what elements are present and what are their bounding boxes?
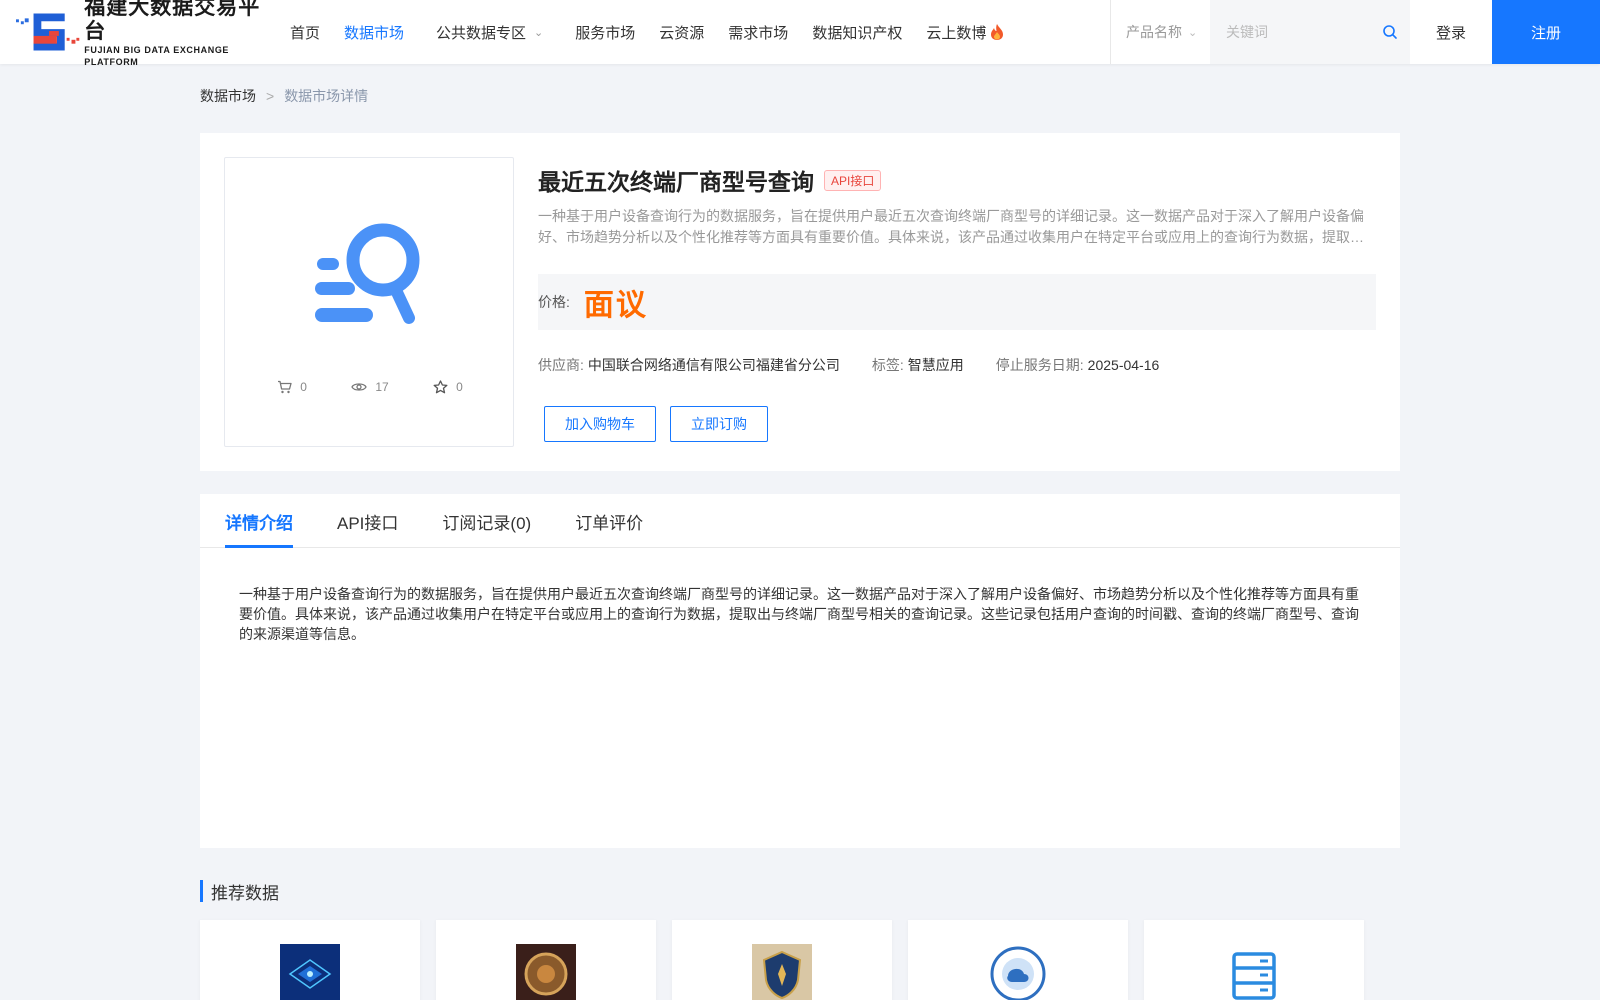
nav-cloud-expo-label: 云上数博	[926, 24, 987, 42]
star-icon	[433, 380, 448, 394]
logo-title-en: FUJIAN BIG DATA EXCHANGE PLATFORM	[84, 45, 230, 67]
recommend-card[interactable]	[436, 920, 656, 1000]
supplier-value: 中国联合网络通信有限公司福建省分公司	[587, 357, 840, 373]
product-card: 0 17 0 最近五次终端厂商型号查询 API接口 一种基于用户设备查询行为的数…	[200, 133, 1400, 471]
breadcrumb-current: 数据市场详情	[284, 88, 369, 104]
product-actions: 加入购物车 立即订购	[544, 406, 768, 442]
recommend-card[interactable]	[672, 920, 892, 1000]
tab-api[interactable]: API接口	[337, 494, 398, 548]
logo-mark-icon	[16, 13, 80, 51]
detail-card: 详情介绍 API接口 订阅记录(0) 订单评价 一种基于用户设备查询行为的数据服…	[200, 494, 1400, 848]
platform-logo[interactable]: 福建大数据交易平台 FUJIAN BIG DATA EXCHANGE PLATF…	[16, 0, 281, 67]
nav-cloud-expo[interactable]: 云上数博	[926, 22, 1004, 43]
favorite-count-value: 0	[456, 380, 463, 394]
end-date-value: 2025-04-16	[1087, 357, 1160, 373]
login-button[interactable]: 登录	[1410, 0, 1492, 64]
nav-data-market[interactable]: 数据市场	[344, 22, 404, 43]
view-count: 17	[351, 380, 389, 394]
product-summary: 一种基于用户设备查询行为的数据服务，旨在提供用户最近五次查询终端厂商型号的详细记…	[538, 208, 1364, 245]
tab-reviews[interactable]: 订单评价	[575, 494, 643, 548]
end-date-label: 停止服务日期:	[995, 357, 1084, 373]
product-title-row: 最近五次终端厂商型号查询 API接口	[538, 163, 882, 197]
nav-public-data[interactable]: 公共数据专区 ⌄	[436, 22, 543, 43]
recommend-card[interactable]	[1144, 920, 1364, 1000]
search-type-label: 产品名称	[1126, 24, 1182, 40]
search-box	[1210, 0, 1410, 64]
server-icon	[1232, 952, 1276, 1000]
detail-tabs: 详情介绍 API接口 订阅记录(0) 订单评价	[200, 494, 1400, 548]
header-divider	[1110, 0, 1111, 64]
supplier-label: 供应商:	[538, 357, 584, 373]
add-to-cart-button[interactable]: 加入购物车	[544, 406, 656, 442]
cart-count: 0	[277, 380, 307, 394]
product-thumbnail: 0 17 0	[224, 157, 514, 447]
nav-public-data-label: 公共数据专区	[436, 24, 527, 42]
view-count-value: 17	[375, 380, 389, 394]
register-button[interactable]: 注册	[1492, 0, 1600, 64]
favorite-count: 0	[433, 380, 463, 394]
top-header: 福建大数据交易平台 FUJIAN BIG DATA EXCHANGE PLATF…	[0, 0, 1600, 67]
tag-value: 智慧应用	[907, 357, 964, 373]
search-data-icon	[315, 223, 420, 324]
logo-title-cn: 福建大数据交易平台	[84, 0, 261, 43]
shield-emblem-image	[752, 944, 812, 1000]
product-meta: 供应商: 中国联合网络通信有限公司福建省分公司 标签: 智慧应用 停止服务日期:…	[538, 355, 1191, 375]
search-type-select[interactable]: 产品名称 ⌄	[1126, 0, 1197, 64]
recommend-card[interactable]	[200, 920, 420, 1000]
fire-icon	[991, 24, 1004, 40]
breadcrumb-root[interactable]: 数据市场	[200, 86, 256, 106]
weather-seal-image	[988, 944, 1048, 1000]
network-data-image	[280, 944, 340, 1000]
bronze-badge-image	[516, 944, 576, 1000]
price-label: 价格:	[538, 294, 570, 310]
api-badge: API接口	[824, 169, 882, 191]
tab-subscriptions[interactable]: 订阅记录(0)	[442, 494, 531, 548]
product-title: 最近五次终端厂商型号查询	[538, 169, 814, 195]
search-input[interactable]	[1210, 24, 1370, 40]
nav-cloud-resource[interactable]: 云资源	[659, 22, 704, 43]
nav-service-market[interactable]: 服务市场	[575, 22, 635, 43]
cart-count-value: 0	[300, 380, 307, 394]
main-nav: 首页 数据市场 公共数据专区 ⌄ 服务市场 云资源 需求市场 数据知识产权 云上…	[290, 0, 1028, 64]
subscribe-now-button[interactable]: 立即订购	[670, 406, 768, 442]
nav-demand-market[interactable]: 需求市场	[728, 22, 788, 43]
cart-icon	[278, 380, 292, 394]
price-value: 面议	[583, 289, 648, 322]
breadcrumb-separator: >	[266, 88, 275, 104]
recommend-title: 推荐数据	[200, 880, 279, 903]
recommend-card[interactable]	[908, 920, 1128, 1000]
breadcrumb: 数据市场 > 数据市场详情	[200, 86, 368, 106]
nav-home[interactable]: 首页	[290, 22, 320, 43]
chevron-down-icon: ⌄	[1188, 26, 1198, 39]
price-row: 价格: 面议	[538, 274, 1376, 330]
detail-description: 一种基于用户设备查询行为的数据服务，旨在提供用户最近五次查询终端厂商型号的详细记…	[239, 586, 1359, 642]
nav-data-ip[interactable]: 数据知识产权	[812, 22, 902, 43]
tab-details[interactable]: 详情介绍	[225, 494, 293, 548]
tag-label: 标签:	[871, 357, 904, 373]
eye-icon	[351, 383, 368, 391]
recommend-list	[200, 920, 1400, 1000]
chevron-down-icon: ⌄	[534, 26, 544, 39]
search-icon[interactable]	[1382, 24, 1398, 40]
product-stats: 0 17 0	[225, 380, 515, 394]
